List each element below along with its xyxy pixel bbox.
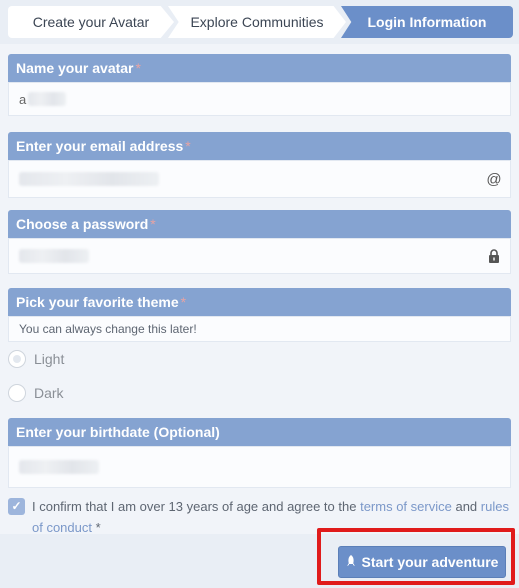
birthdate-input[interactable] bbox=[8, 446, 511, 488]
theme-header: Pick your favorite theme * bbox=[8, 288, 511, 316]
step-label: Login Information bbox=[367, 14, 487, 30]
redacted-value bbox=[19, 172, 159, 186]
avatar-name-input[interactable]: a bbox=[8, 82, 511, 116]
email-header: Enter your email address * bbox=[8, 132, 511, 160]
password-label: Choose a password bbox=[16, 216, 149, 232]
email-input[interactable]: @ bbox=[8, 160, 511, 198]
step-create-avatar[interactable]: Create your Avatar bbox=[8, 6, 174, 38]
redacted-value bbox=[19, 249, 89, 263]
theme-option-dark[interactable]: Dark bbox=[8, 381, 64, 405]
confirm-and: and bbox=[455, 499, 478, 514]
redacted-value bbox=[28, 92, 67, 106]
password-header: Choose a password * bbox=[8, 210, 511, 238]
lock-icon bbox=[486, 248, 502, 264]
avatar-name-header: Name your avatar * bbox=[8, 54, 511, 82]
start-adventure-label: Start your adventure bbox=[361, 554, 499, 570]
redacted-value bbox=[19, 460, 99, 474]
age-confirmation: ✓ I confirm that I am over 13 years of a… bbox=[8, 496, 511, 538]
stepper: Create your Avatar Explore Communities L… bbox=[0, 0, 519, 44]
theme-option-label: Dark bbox=[34, 385, 64, 401]
required-marker: * bbox=[150, 216, 156, 232]
theme-label: Pick your favorite theme bbox=[16, 294, 179, 310]
rocket-icon bbox=[346, 554, 356, 570]
birthdate-label: Enter your birthdate (Optional) bbox=[16, 424, 220, 440]
confirm-checkbox[interactable]: ✓ bbox=[8, 498, 25, 515]
theme-option-light[interactable]: Light bbox=[8, 347, 64, 371]
at-icon: @ bbox=[486, 170, 502, 188]
avatar-name-value: a bbox=[19, 91, 27, 107]
required-marker: * bbox=[180, 294, 187, 310]
required-marker: * bbox=[185, 138, 191, 154]
avatar-name-label: Name your avatar bbox=[16, 60, 134, 76]
step-label: Explore Communities bbox=[190, 14, 324, 30]
theme-option-label: Light bbox=[34, 351, 65, 367]
start-adventure-button[interactable]: Start your adventure bbox=[338, 546, 506, 578]
radio-button[interactable] bbox=[8, 384, 26, 402]
password-input[interactable] bbox=[8, 238, 511, 274]
terms-of-service-link[interactable]: terms of service bbox=[360, 499, 452, 514]
birthdate-header: Enter your birthdate (Optional) bbox=[8, 418, 511, 446]
step-login-information[interactable]: Login Information bbox=[341, 6, 513, 38]
step-explore-communities[interactable]: Explore Communities bbox=[168, 6, 346, 38]
required-marker: * bbox=[135, 60, 141, 76]
confirm-text: I confirm that I am over 13 years of age… bbox=[32, 499, 357, 514]
radio-button[interactable] bbox=[8, 350, 26, 368]
step-label: Create your Avatar bbox=[32, 14, 150, 30]
required-marker: * bbox=[95, 520, 101, 535]
theme-hint: You can always change this later! bbox=[8, 316, 511, 342]
email-label: Enter your email address bbox=[16, 138, 184, 154]
